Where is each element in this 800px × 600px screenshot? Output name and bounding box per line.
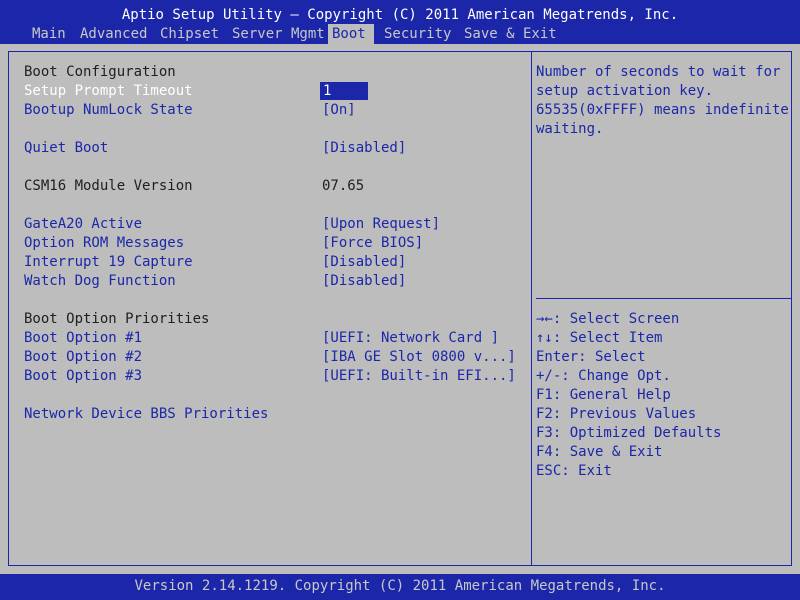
- gatea20-value[interactable]: [Upon Request]: [322, 215, 440, 234]
- app-title: Aptio Setup Utility – Copyright (C) 2011…: [121, 7, 679, 23]
- title-bar: Aptio Setup Utility – Copyright (C) 2011…: [0, 0, 800, 44]
- interrupt-19-label[interactable]: Interrupt 19 Capture: [24, 253, 193, 272]
- gatea20-label[interactable]: GateA20 Active: [24, 215, 142, 234]
- key-hint-change-opt: +/-: Change Opt.: [536, 368, 671, 384]
- boot-option-3-value[interactable]: [UEFI: Built-in EFI...]: [322, 367, 516, 386]
- help-line: setup activation key.: [536, 83, 714, 99]
- quiet-boot-value[interactable]: [Disabled]: [322, 139, 406, 158]
- main-panel-frame: [8, 51, 792, 566]
- menu-bar: Main Advanced Chipset Server Mgmt Boot S…: [0, 24, 800, 44]
- tab-boot[interactable]: Boot: [328, 24, 374, 44]
- bootup-numlock-label[interactable]: Bootup NumLock State: [24, 101, 193, 120]
- tab-save-exit[interactable]: Save & Exit: [460, 24, 561, 44]
- key-hint-general-help: F1: General Help: [536, 387, 671, 403]
- setup-prompt-timeout-input[interactable]: 1: [320, 82, 368, 100]
- tab-advanced[interactable]: Advanced: [76, 24, 151, 44]
- boot-option-2-value[interactable]: [IBA GE Slot 0800 v...]: [322, 348, 516, 367]
- help-line: 65535(0xFFFF) means indefinite: [536, 102, 789, 118]
- option-rom-label[interactable]: Option ROM Messages: [24, 234, 184, 253]
- quiet-boot-label[interactable]: Quiet Boot: [24, 139, 108, 158]
- tab-main[interactable]: Main: [28, 24, 70, 44]
- key-hint-save-exit: F4: Save & Exit: [536, 444, 663, 460]
- tab-security[interactable]: Security: [380, 24, 455, 44]
- help-line: waiting.: [536, 121, 604, 137]
- key-hint-enter: Enter: Select: [536, 349, 646, 365]
- help-divider: [536, 298, 792, 299]
- watchdog-value[interactable]: [Disabled]: [322, 272, 406, 291]
- boot-option-1-label[interactable]: Boot Option #1: [24, 329, 142, 348]
- csm16-module-label: CSM16 Module Version: [24, 178, 193, 194]
- tab-chipset[interactable]: Chipset: [156, 24, 223, 44]
- boot-option-1-value[interactable]: [UEFI: Network Card ]: [322, 329, 499, 348]
- footer-bar: Version 2.14.1219. Copyright (C) 2011 Am…: [0, 574, 800, 600]
- help-line: Number of seconds to wait for: [536, 64, 781, 80]
- boot-option-3-label[interactable]: Boot Option #3: [24, 367, 142, 386]
- option-rom-value[interactable]: [Force BIOS]: [322, 234, 423, 253]
- panel-divider: [531, 51, 532, 566]
- setup-prompt-timeout-label[interactable]: Setup Prompt Timeout: [24, 82, 193, 101]
- watchdog-label[interactable]: Watch Dog Function: [24, 272, 176, 291]
- key-hint-select-item: ↑↓: Select Item: [536, 330, 663, 346]
- tab-server-mgmt[interactable]: Server Mgmt: [228, 24, 329, 44]
- boot-option-2-label[interactable]: Boot Option #2: [24, 348, 142, 367]
- key-hint-select-screen: →←: Select Screen: [536, 311, 680, 327]
- bootup-numlock-value[interactable]: [On]: [322, 101, 356, 120]
- boot-configuration-heading: Boot Configuration: [24, 64, 176, 80]
- version-text: Version 2.14.1219. Copyright (C) 2011 Am…: [134, 578, 666, 594]
- network-device-bbs-priorities-link[interactable]: Network Device BBS Priorities: [24, 405, 268, 424]
- boot-option-priorities-heading: Boot Option Priorities: [24, 311, 210, 327]
- csm16-module-value: 07.65: [322, 178, 365, 194]
- key-hint-esc-exit: ESC: Exit: [536, 463, 612, 479]
- key-hint-previous-values: F2: Previous Values: [536, 406, 697, 422]
- key-hint-optimized-defaults: F3: Optimized Defaults: [536, 425, 722, 441]
- interrupt-19-value[interactable]: [Disabled]: [322, 253, 406, 272]
